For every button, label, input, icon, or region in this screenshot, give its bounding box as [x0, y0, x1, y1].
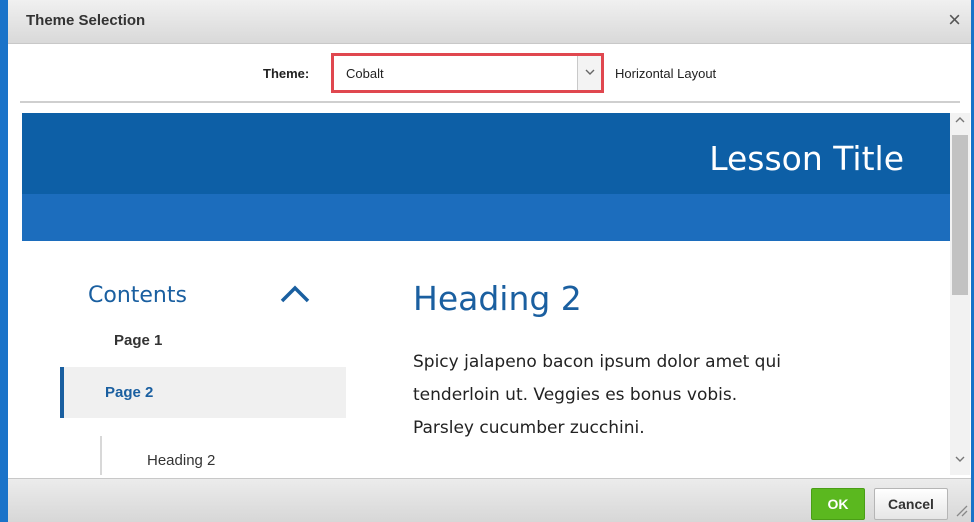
- preview-scrollbar[interactable]: [950, 113, 970, 475]
- chevron-down-icon[interactable]: [577, 56, 601, 90]
- theme-dropdown[interactable]: Cobalt: [331, 53, 604, 93]
- cancel-button[interactable]: Cancel: [874, 488, 948, 520]
- dialog-footer: OK Cancel: [8, 478, 971, 522]
- theme-preview[interactable]: Lesson Title Contents Page 1 Page 2 Head…: [22, 113, 950, 475]
- theme-label: Theme:: [263, 66, 310, 81]
- lesson-title: Lesson Title: [709, 139, 904, 178]
- divider: [20, 101, 960, 103]
- nav-item-heading-2[interactable]: Heading 2: [147, 452, 215, 469]
- theme-dropdown-value: Cobalt: [346, 66, 384, 81]
- layout-label: Horizontal Layout: [615, 66, 717, 81]
- ok-button[interactable]: OK: [811, 488, 865, 520]
- theme-row: Theme: Cobalt Horizontal Layout: [8, 44, 971, 102]
- nav-item-page-2[interactable]: Page 2: [60, 367, 346, 418]
- chevron-up-icon[interactable]: [278, 281, 312, 305]
- scroll-up-icon[interactable]: [950, 116, 970, 132]
- body-line: Spicy jalapeno bacon ipsum dolor amet qu…: [413, 352, 781, 372]
- dialog-title: Theme Selection: [26, 12, 146, 29]
- contents-title: Contents: [88, 283, 187, 308]
- content-heading: Heading 2: [413, 279, 582, 318]
- body-line: tenderloin ut. Veggies es bonus vobis.: [413, 385, 738, 405]
- content-body: Spicy jalapeno bacon ipsum dolor amet qu…: [413, 346, 873, 445]
- scroll-down-icon[interactable]: [950, 455, 970, 471]
- theme-selection-dialog: Theme Selection × Theme: Cobalt Horizont…: [0, 0, 974, 522]
- nav-item-page-2-label: Page 2: [105, 384, 154, 401]
- window-edge-left: [0, 0, 8, 522]
- scroll-thumb[interactable]: [952, 135, 968, 295]
- resize-grip-icon[interactable]: [954, 503, 968, 517]
- nav-sub-divider: [100, 436, 102, 475]
- nav-item-page-1[interactable]: Page 1: [114, 332, 162, 349]
- close-icon[interactable]: ×: [948, 9, 961, 31]
- body-line: Parsley cucumber zucchini.: [413, 418, 645, 438]
- preview-banner-stripe: [22, 194, 950, 241]
- dialog-titlebar[interactable]: Theme Selection ×: [8, 0, 971, 44]
